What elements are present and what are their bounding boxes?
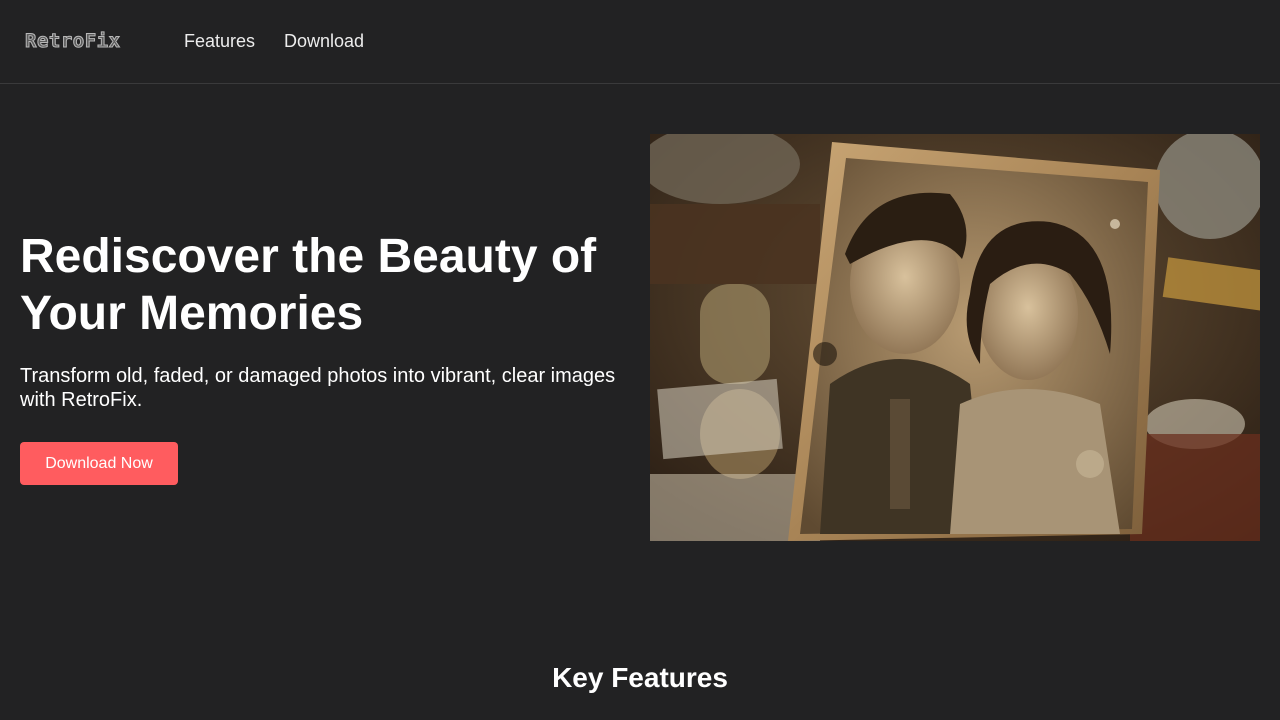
nav-link-features[interactable]: Features [184, 31, 255, 52]
key-features-title: Key Features [552, 662, 728, 693]
hero-title: Rediscover the Beauty of Your Memories [20, 230, 597, 340]
nav-link-download[interactable]: Download [284, 31, 364, 52]
hero-subtitle: Transform old, faded, or damaged photos … [20, 365, 616, 411]
logo[interactable]: RetroFix [25, 30, 121, 53]
navbar: RetroFix Features Download [0, 0, 1280, 84]
download-now-button[interactable]: Download Now [20, 442, 178, 485]
hero-image [650, 134, 1260, 541]
vintage-photo-illustration [650, 134, 1260, 541]
